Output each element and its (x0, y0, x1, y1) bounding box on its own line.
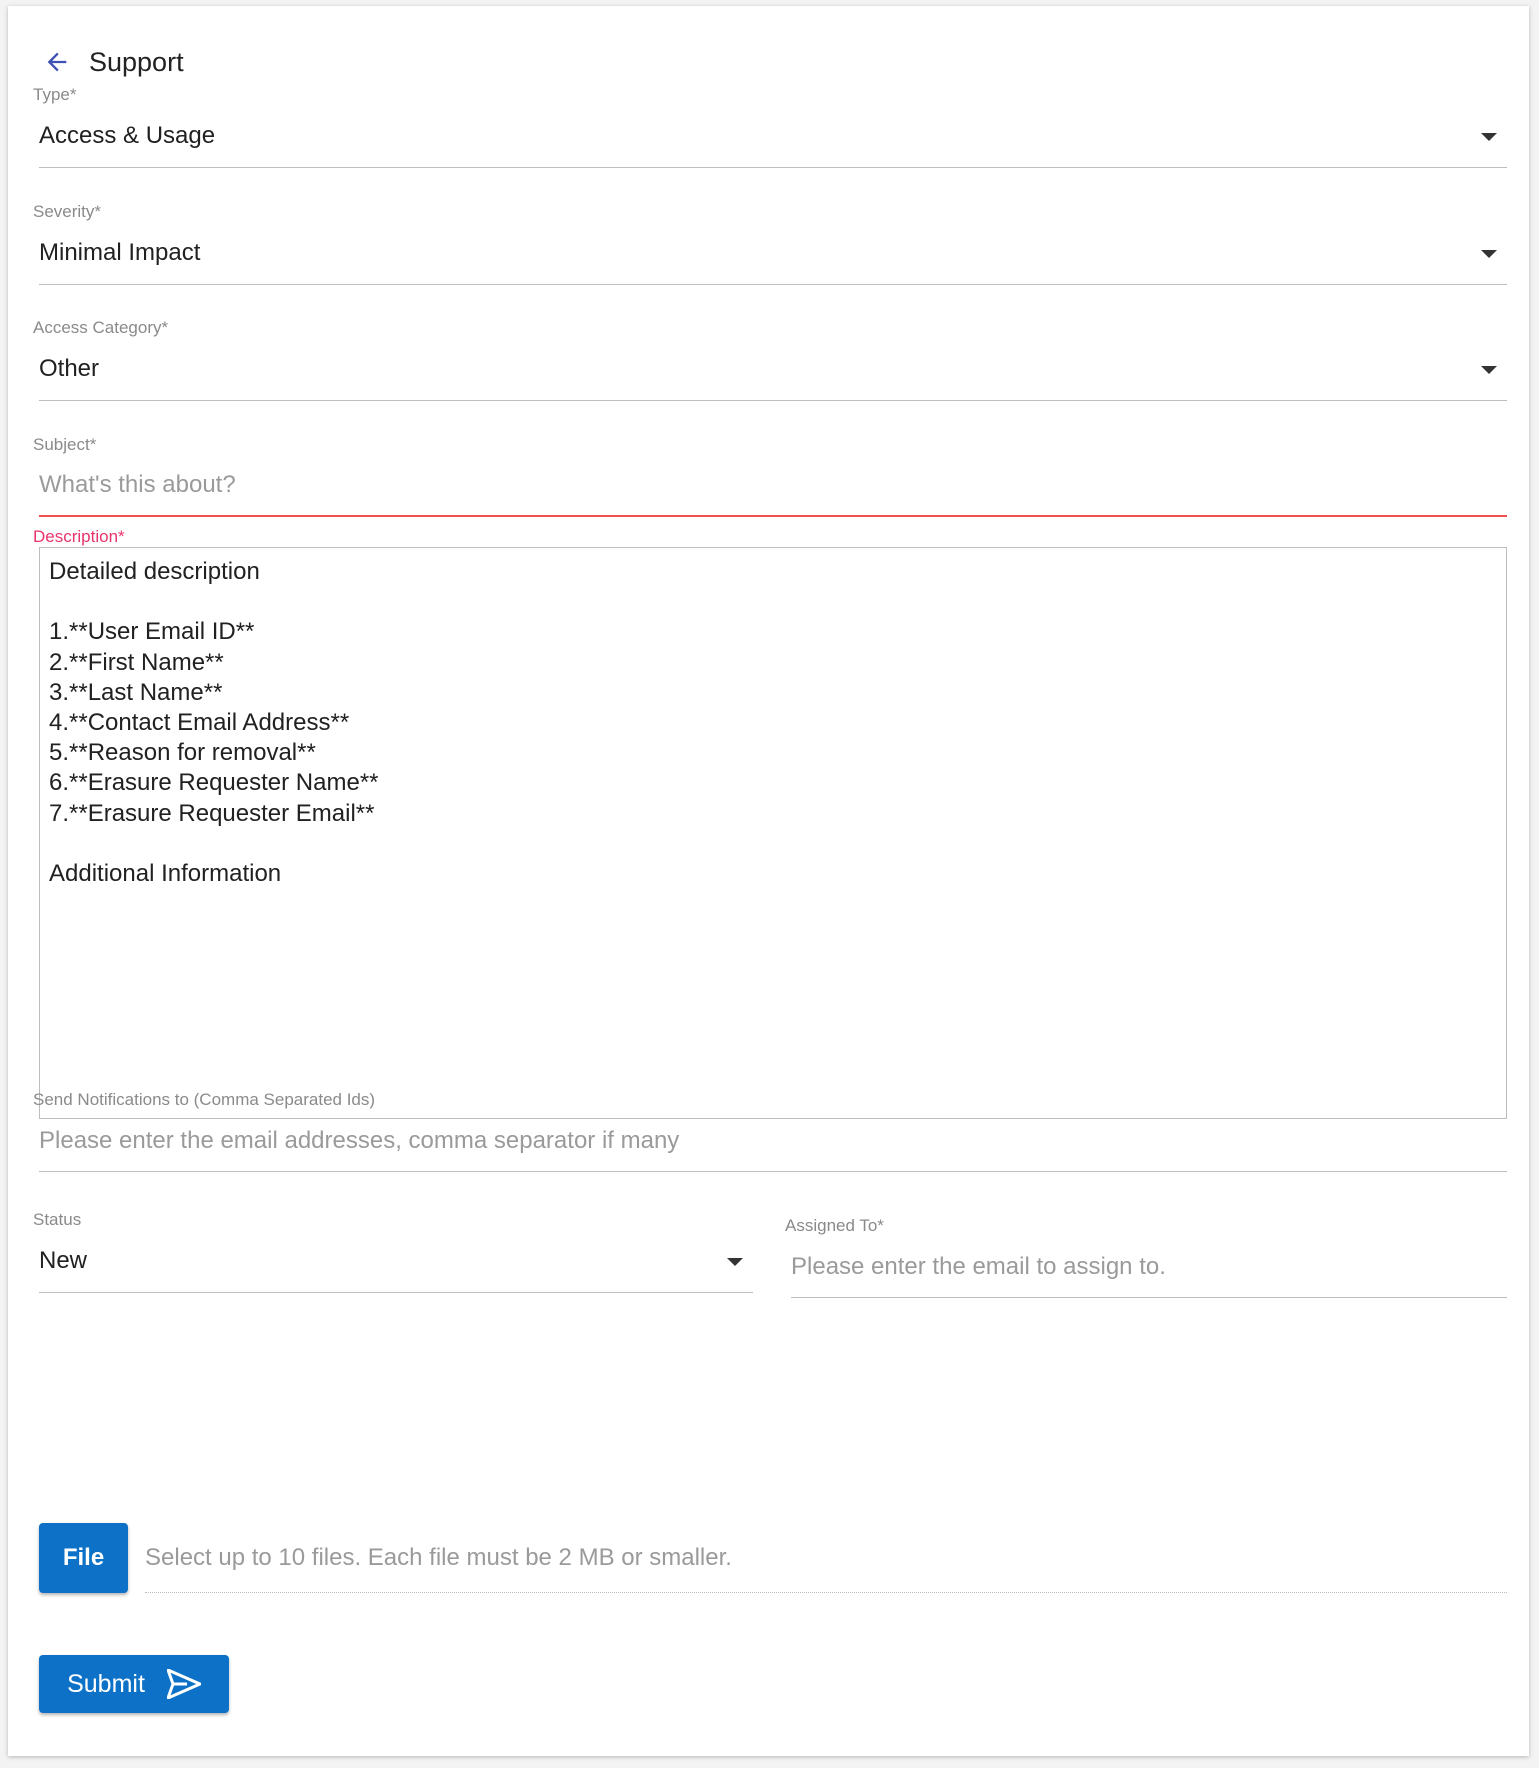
severity-select[interactable]: Minimal Impact (39, 222, 1507, 285)
assigned-to-label: Assigned To* (785, 1216, 884, 1235)
chevron-down-icon (727, 1258, 743, 1266)
subject-label: Subject* (33, 435, 97, 454)
assigned-to-input[interactable] (791, 1236, 1507, 1298)
submit-button[interactable]: Submit (39, 1655, 229, 1713)
back-button[interactable] (37, 42, 77, 82)
access-category-field: Access Category* Other (33, 318, 1507, 401)
file-button[interactable]: File (39, 1523, 128, 1593)
type-select[interactable]: Access & Usage (39, 105, 1507, 168)
description-textarea[interactable] (39, 547, 1507, 1119)
access-category-select[interactable]: Other (39, 338, 1507, 401)
notifications-input[interactable] (39, 1110, 1507, 1172)
severity-value: Minimal Impact (39, 239, 201, 266)
status-label: Status (33, 1210, 82, 1229)
support-form-card: Support Type* Access & Usage Severity* M… (8, 6, 1529, 1756)
chevron-down-icon (1481, 133, 1497, 141)
subject-field: Subject* (33, 435, 1507, 517)
access-category-label: Access Category* (33, 318, 169, 337)
type-value: Access & Usage (39, 122, 216, 149)
subject-input[interactable] (39, 455, 1507, 517)
type-label: Type* (33, 85, 77, 104)
status-value: New (39, 1247, 88, 1274)
page-title: Support (89, 46, 184, 77)
severity-field: Severity* Minimal Impact (33, 202, 1507, 285)
file-hint: Select up to 10 files. Each file must be… (145, 1523, 1507, 1593)
status-select[interactable]: New (39, 1230, 753, 1293)
assigned-to-field: Assigned To* (785, 1216, 1507, 1298)
description-field: Description* (33, 527, 1507, 1119)
status-field: Status New (33, 1210, 753, 1293)
description-label: Description* (33, 527, 125, 546)
severity-label: Severity* (33, 202, 102, 221)
send-icon (166, 1669, 201, 1699)
chevron-down-icon (1481, 366, 1497, 374)
file-upload: File Select up to 10 files. Each file mu… (39, 1523, 1507, 1593)
form-header: Support (41, 39, 184, 85)
notifications-field: Send Notifications to (Comma Separated I… (33, 1090, 1507, 1172)
notifications-label: Send Notifications to (Comma Separated I… (33, 1090, 376, 1109)
access-category-value: Other (39, 355, 100, 382)
chevron-down-icon (1481, 250, 1497, 258)
type-field: Type* Access & Usage (33, 85, 1507, 168)
arrow-left-icon (47, 52, 67, 72)
submit-label: Submit (67, 1669, 145, 1698)
